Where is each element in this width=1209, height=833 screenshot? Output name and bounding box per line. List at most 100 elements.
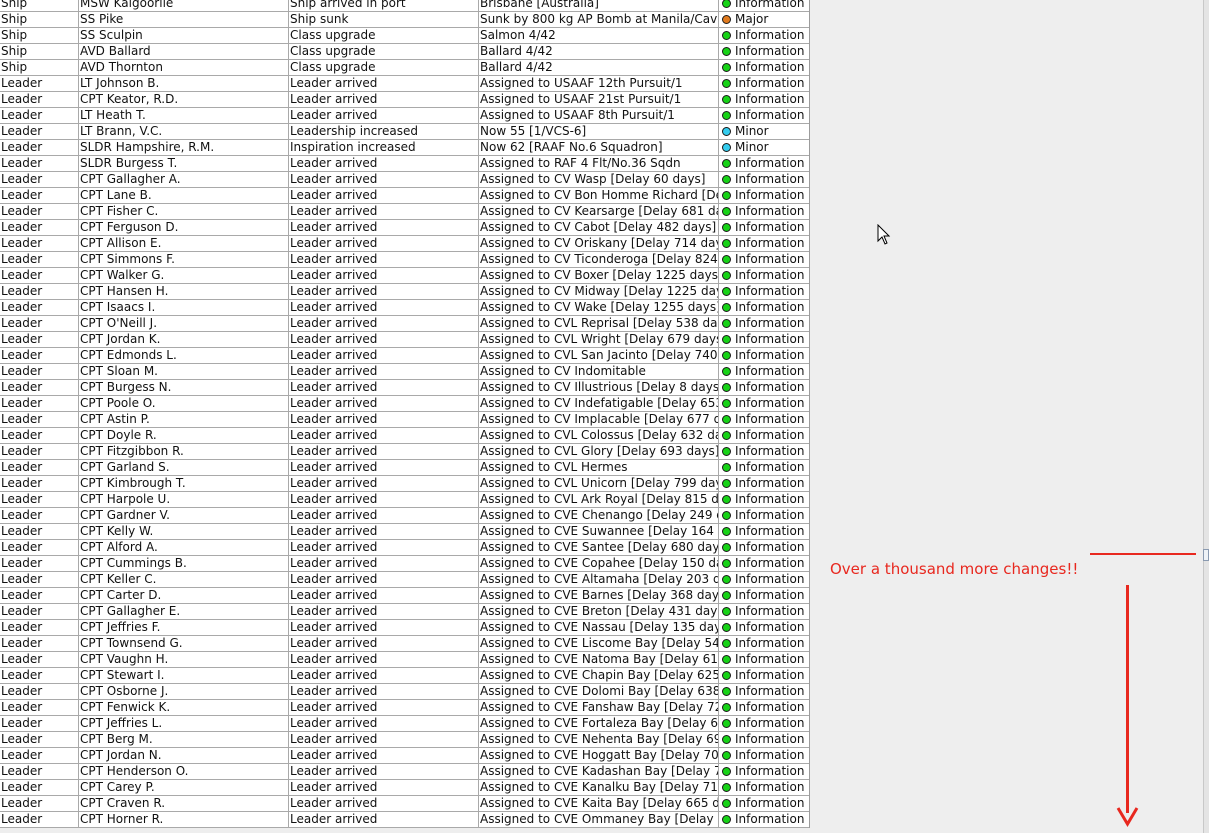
detail-cell: Assigned to CVE Altamaha [Delay 203 da..… [480,572,719,587]
table-row[interactable]: Leader SLDR Burgess T. Leader arrived As… [0,156,809,172]
table-row[interactable]: Leader CPT Gallagher E. Leader arrived A… [0,604,809,620]
type-cell: Leader [0,540,79,555]
severity-label: Information [735,620,805,634]
severity-cell: Information [719,652,809,667]
table-row[interactable]: Leader CPT Kimbrough T. Leader arrived A… [0,476,809,492]
severity-cell: Information [719,236,809,251]
table-row[interactable]: Leader CPT Doyle R. Leader arrived Assig… [0,428,809,444]
table-row[interactable]: Leader CPT Fenwick K. Leader arrived Ass… [0,700,809,716]
detail-cell: Ballard 4/42 [479,44,719,59]
severity-cell: Information [719,556,809,571]
table-row[interactable]: Ship SS Pike Ship sunk Sunk by 800 kg AP… [0,12,809,28]
table-row[interactable]: Ship AVD Ballard Class upgrade Ballard 4… [0,44,809,60]
splitter-handle[interactable] [1203,549,1209,561]
table-row[interactable]: Leader CPT Henderson O. Leader arrived A… [0,764,809,780]
table-row[interactable]: Leader CPT Lane B. Leader arrived Assign… [0,188,809,204]
severity-label: Information [735,684,805,698]
table-row[interactable]: Leader CPT Kelly W. Leader arrived Assig… [0,524,809,540]
detail-cell: Assigned to CVL San Jacinto [Delay 740 .… [480,348,719,363]
severity-label: Information [735,748,805,762]
table-row[interactable]: Leader CPT Carey P. Leader arrived Assig… [0,780,809,796]
severity-label: Information [735,316,805,330]
table-row[interactable]: Leader CPT Craven R. Leader arrived Assi… [0,796,809,812]
type-cell: Leader [0,620,79,635]
table-row[interactable]: Leader CPT Walker G. Leader arrived Assi… [0,268,809,284]
table-row[interactable]: Leader CPT Townsend G. Leader arrived As… [0,636,809,652]
table-row[interactable]: Leader CPT Ferguson D. Leader arrived As… [0,220,809,236]
severity-dot-icon [722,511,731,520]
change-cell: Class upgrade [289,44,479,59]
table-row[interactable]: Leader CPT Edmonds L. Leader arrived Ass… [0,348,809,364]
table-row[interactable]: Leader CPT Osborne J. Leader arrived Ass… [0,684,809,700]
detail-cell: Assigned to USAAF 21st Pursuit/1 [479,92,719,107]
table-row[interactable]: Leader CPT Berg M. Leader arrived Assign… [0,732,809,748]
table-row[interactable]: Leader CPT Keator, R.D. Leader arrived A… [0,92,809,108]
table-row[interactable]: Ship SS Sculpin Class upgrade Salmon 4/4… [0,28,809,44]
table-row[interactable]: Leader CPT Poole O. Leader arrived Assig… [0,396,809,412]
severity-dot-icon [722,143,731,152]
change-cell: Leader arrived [289,412,479,427]
name-cell: CPT Fitzgibbon R. [79,444,289,459]
severity-cell: Information [719,220,809,235]
name-cell: CPT Henderson O. [79,764,289,779]
severity-cell: Information [719,108,809,123]
change-cell: Class upgrade [289,60,479,75]
table-row[interactable]: Leader LT Brann, V.C. Leadership increas… [0,124,809,140]
table-row[interactable]: Leader CPT Isaacs I. Leader arrived Assi… [0,300,809,316]
table-row[interactable]: Leader CPT Vaughn H. Leader arrived Assi… [0,652,809,668]
severity-label: Information [735,172,805,186]
table-row[interactable]: Leader CPT Sloan M. Leader arrived Assig… [0,364,809,380]
table-row[interactable]: Leader CPT Cummings B. Leader arrived As… [0,556,809,572]
table-row[interactable]: Leader LT Heath T. Leader arrived Assign… [0,108,809,124]
change-cell: Leader arrived [289,204,479,219]
table-row[interactable]: Leader CPT Jeffries L. Leader arrived As… [0,716,809,732]
table-row[interactable]: Leader LT Johnson B. Leader arrived Assi… [0,76,809,92]
type-cell: Leader [0,364,79,379]
table-row[interactable]: Leader CPT Garland S. Leader arrived Ass… [0,460,809,476]
name-cell: CPT Fenwick K. [79,700,289,715]
name-cell: CPT Carter D. [79,588,289,603]
severity-cell: Information [719,636,809,651]
change-cell: Leader arrived [289,812,479,827]
table-row[interactable]: Leader CPT Carter D. Leader arrived Assi… [0,588,809,604]
table-row[interactable]: Leader CPT Jordan N. Leader arrived Assi… [0,748,809,764]
table-row[interactable]: Leader CPT Allison E. Leader arrived Ass… [0,236,809,252]
detail-cell: Assigned to CVE Kanalku Bay [Delay 718 .… [480,780,719,795]
severity-cell: Information [719,380,809,395]
table-row[interactable]: Leader CPT Stewart I. Leader arrived Ass… [0,668,809,684]
name-cell: CPT Jordan N. [79,748,289,763]
table-row[interactable]: Leader CPT Astin P. Leader arrived Assig… [0,412,809,428]
table-row[interactable]: Ship AVD Thornton Class upgrade Ballard … [0,60,809,76]
table-row[interactable]: Leader CPT Hansen H. Leader arrived Assi… [0,284,809,300]
type-cell: Leader [0,460,79,475]
table-row[interactable]: Leader SLDR Hampshire, R.M. Inspiration … [0,140,809,156]
type-cell: Leader [0,108,79,123]
type-cell: Leader [0,396,79,411]
table-row[interactable]: Leader CPT Fisher C. Leader arrived Assi… [0,204,809,220]
table-row[interactable]: Leader CPT Fitzgibbon R. Leader arrived … [0,444,809,460]
table-row[interactable]: Leader CPT Keller C. Leader arrived Assi… [0,572,809,588]
type-cell: Ship [0,44,79,59]
table-row[interactable]: Leader CPT Gallagher A. Leader arrived A… [0,172,809,188]
table-row[interactable]: Leader CPT O'Neill J. Leader arrived Ass… [0,316,809,332]
severity-cell: Information [719,780,809,795]
table-row[interactable]: Leader CPT Burgess N. Leader arrived Ass… [0,380,809,396]
detail-cell: Assigned to CV Wake [Delay 1255 days] [480,300,719,315]
table-row[interactable]: Ship MSW Kalgoorlie Ship arrived in port… [0,0,809,12]
table-row[interactable]: Leader CPT Gardner V. Leader arrived Ass… [0,508,809,524]
type-cell: Leader [0,204,79,219]
table-row[interactable]: Leader CPT Jeffries F. Leader arrived As… [0,620,809,636]
change-cell: Leader arrived [289,524,479,539]
severity-cell: Information [719,188,809,203]
name-cell: CPT O'Neill J. [79,316,289,331]
change-cell: Class upgrade [289,28,479,43]
table-row[interactable]: Leader CPT Horner R. Leader arrived Assi… [0,812,809,828]
severity-dot-icon [722,367,731,376]
table-row[interactable]: Leader CPT Simmons F. Leader arrived Ass… [0,252,809,268]
table-row[interactable]: Leader CPT Harpole U. Leader arrived Ass… [0,492,809,508]
table-row[interactable]: Leader CPT Jordan K. Leader arrived Assi… [0,332,809,348]
table-row[interactable]: Leader CPT Alford A. Leader arrived Assi… [0,540,809,556]
severity-dot-icon [722,431,731,440]
severity-dot-icon [722,639,731,648]
severity-label: Information [735,572,805,586]
